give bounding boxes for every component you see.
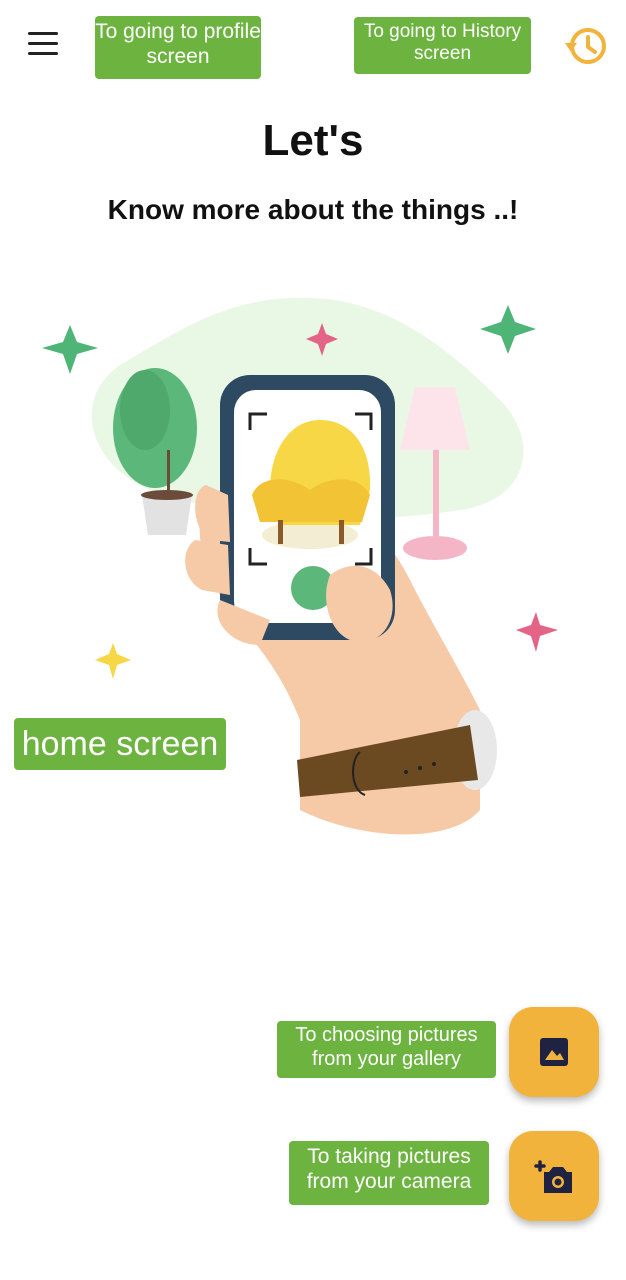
page-subtitle: Know more about the things ..! (107, 194, 519, 225)
home-screen-annotation: home screen (14, 718, 226, 770)
history-screen-annotation: To going to History screen (354, 17, 531, 74)
camera-annotation: To taking pictures from your camera (289, 1141, 489, 1205)
add-camera-icon (534, 1160, 572, 1193)
page-title: Let's (262, 116, 364, 165)
image-icon (540, 1038, 568, 1066)
profile-screen-annotation: To going to profile screen (95, 16, 261, 79)
history-icon[interactable] (562, 24, 610, 68)
camera-button[interactable] (509, 1131, 599, 1221)
hamburger-menu-icon[interactable] (28, 32, 64, 60)
gallery-annotation: To choosing pictures from your gallery (277, 1021, 496, 1078)
gallery-button[interactable] (509, 1007, 599, 1097)
